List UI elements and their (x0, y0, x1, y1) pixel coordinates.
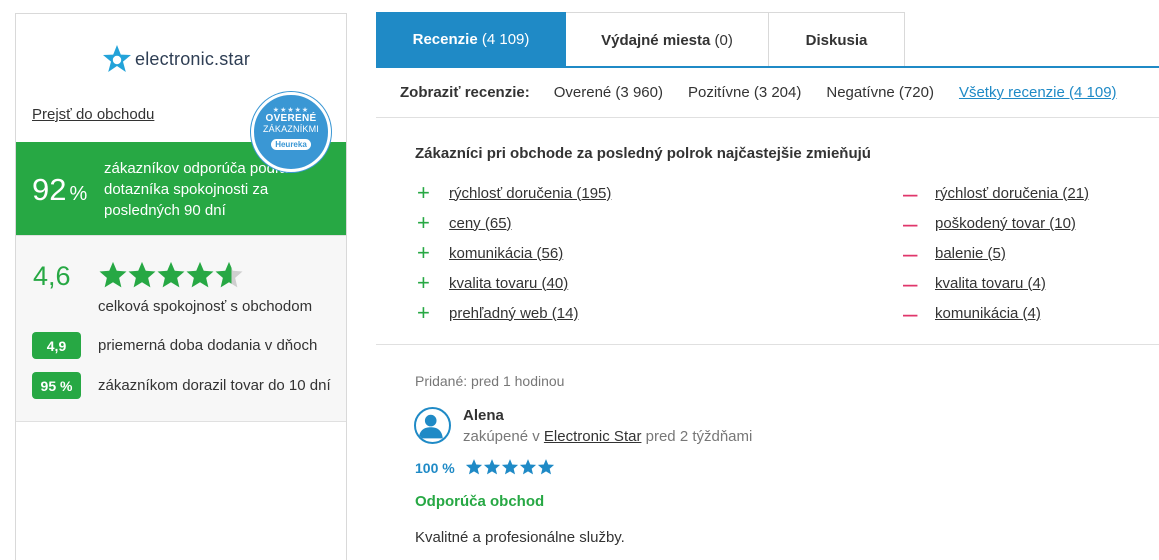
review-added-time: Pridané: pred 1 hodinou (415, 373, 565, 389)
mention-link[interactable]: rýchlosť doručenia (21) (935, 185, 1089, 202)
minus-icon: – (903, 178, 918, 208)
minus-icon: – (903, 238, 918, 268)
star-icon (215, 261, 243, 288)
mention-link[interactable]: balenie (5) (935, 245, 1006, 262)
minus-icon: – (903, 298, 918, 328)
filter-negative[interactable]: Negatívne (720) (826, 84, 934, 101)
star-icon (465, 459, 483, 475)
tab-underline (376, 66, 1159, 68)
review-stars (465, 458, 555, 476)
star-icon (99, 261, 127, 288)
mention-link[interactable]: ceny (65) (449, 215, 512, 232)
mention-link[interactable]: kvalita tovaru (40) (449, 275, 568, 292)
list-item: – rýchlosť doručenia (21) (903, 178, 1089, 208)
list-item: + rýchlosť doručenia (195) (417, 178, 611, 208)
review-text: Kvalitné a profesionálne služby. (415, 529, 625, 546)
list-item: – kvalita tovaru (4) (903, 268, 1089, 298)
plus-icon: + (417, 270, 430, 295)
review-recommend: Odporúča obchod (415, 493, 545, 510)
mention-link[interactable]: poškodený tovar (10) (935, 215, 1076, 232)
list-item: – poškodený tovar (10) (903, 208, 1089, 238)
review-shop-link[interactable]: Electronic Star (544, 428, 642, 445)
stat-value: 4,9 (32, 332, 81, 359)
star-icon (186, 261, 214, 288)
shop-logo[interactable]: electronic.star (102, 44, 250, 74)
divider (376, 117, 1159, 118)
tab-reviews[interactable]: Recenzie (4 109) (376, 12, 566, 67)
star-icon (519, 459, 537, 475)
plus-icon: + (417, 300, 430, 325)
user-avatar-icon (414, 407, 451, 444)
mention-link[interactable]: komunikácia (56) (449, 245, 563, 262)
review-filters: Zobraziť recenzie: Overené (3 960) Pozit… (400, 84, 1142, 101)
plus-icon: + (417, 240, 430, 265)
stat-label: priemerná doba dodania v dňoch (98, 337, 318, 354)
mention-link[interactable]: rýchlosť doručenia (195) (449, 185, 611, 202)
badge-line2: ZÁKAZNÍKMI (262, 124, 319, 134)
filter-positive[interactable]: Pozitívne (3 204) (688, 84, 801, 101)
overall-rating-value: 4,6 (33, 261, 71, 291)
list-item: + komunikácia (56) (417, 238, 611, 268)
shop-summary-card: electronic.star Prejsť do obchodu ★★★★★ … (15, 13, 347, 560)
minus-icon: – (903, 268, 918, 298)
verified-by-customers-badge: ★★★★★ OVERENÉ ZÁKAZNÍKMI Heureka (251, 92, 331, 172)
tab-bar: Recenzie (4 109) Výdajné miesta (0) Disk… (376, 12, 905, 67)
review-author: Alena (463, 407, 504, 424)
mention-link[interactable]: kvalita tovaru (4) (935, 275, 1046, 292)
list-item: – komunikácia (4) (903, 298, 1089, 328)
divider (376, 344, 1159, 345)
list-item: – balenie (5) (903, 238, 1089, 268)
rating-box: 4,6 celková spokojnosť s obchodom 4,9 pr… (16, 235, 346, 422)
star-icon (128, 261, 156, 288)
badge-brand: Heureka (271, 139, 311, 150)
star-icon (483, 459, 501, 475)
plus-icon: + (417, 210, 430, 235)
mention-link[interactable]: prehľadný web (14) (449, 305, 578, 322)
star-icon (537, 459, 555, 475)
overall-rating-stars (98, 260, 243, 290)
filter-all[interactable]: Všetky recenzie (4 109) (959, 84, 1117, 101)
positive-mentions: + rýchlosť doručenia (195) + ceny (65) + ko… (417, 178, 611, 328)
star-icon (501, 459, 519, 475)
recommend-percent: 92% (32, 172, 88, 207)
mention-link[interactable]: komunikácia (4) (935, 305, 1041, 322)
list-item: + prehľadný web (14) (417, 298, 611, 328)
stat-delivery-time: 4,9 priemerná doba dodania v dňoch (32, 332, 317, 359)
tab-discussion[interactable]: Diskusia (769, 12, 905, 67)
minus-icon: – (903, 208, 918, 238)
negative-mentions: – rýchlosť doručenia (21) – poškodený tova… (903, 178, 1089, 328)
stat-delivered-10-days: 95 % zákazníkom dorazil tovar do 10 dní (32, 372, 331, 399)
logo-text: electronic.star (135, 48, 251, 69)
review-purchase-info: zakúpené v Electronic Star pred 2 týždňa… (463, 428, 753, 445)
review-percent: 100 % (415, 460, 455, 476)
stat-value: 95 % (32, 372, 81, 399)
badge-line1: OVERENÉ (265, 113, 317, 124)
list-item: + kvalita tovaru (40) (417, 268, 611, 298)
go-to-shop-link[interactable]: Prejsť do obchodu (32, 106, 154, 123)
star-icon (157, 261, 185, 288)
overall-rating-label: celková spokojnosť s obchodom (98, 298, 313, 315)
mentions-title: Zákazníci pri obchode za posledný polrok… (415, 145, 871, 162)
plus-icon: + (417, 180, 430, 205)
list-item: + ceny (65) (417, 208, 611, 238)
stat-label: zákazníkom dorazil tovar do 10 dní (98, 377, 331, 394)
filter-verified[interactable]: Overené (3 960) (554, 84, 663, 101)
filters-label: Zobraziť recenzie: (400, 84, 530, 101)
tab-pickup-points[interactable]: Výdajné miesta (0) (566, 12, 769, 67)
star-logo-icon (103, 45, 131, 72)
